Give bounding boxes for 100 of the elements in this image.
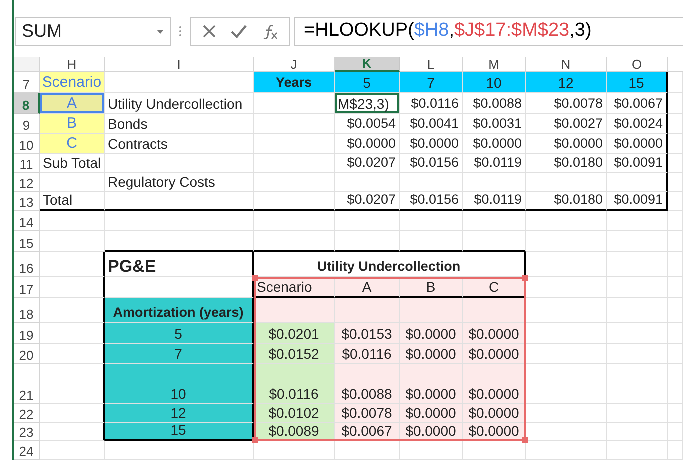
table-cell[interactable]: $0.0000: [463, 364, 526, 404]
column-header[interactable]: L: [400, 57, 463, 72]
table-cell[interactable]: 15: [607, 72, 668, 93]
name-box[interactable]: SUM: [15, 17, 171, 46]
table-cell[interactable]: $0.0000: [400, 323, 463, 344]
function-icon[interactable]: [262, 24, 278, 40]
table-cell[interactable]: $0.0067: [607, 93, 668, 114]
table-cell[interactable]: C: [40, 134, 105, 154]
table-cell[interactable]: Years: [254, 72, 335, 93]
table-cell[interactable]: $0.0041: [400, 114, 463, 134]
column-header[interactable]: K: [335, 57, 400, 72]
table-cell[interactable]: 12: [526, 72, 607, 93]
column-header[interactable]: M: [463, 57, 526, 72]
caret-icon[interactable]: [157, 30, 164, 34]
row-header[interactable]: 12: [14, 173, 40, 192]
row-header[interactable]: 17: [14, 277, 40, 298]
table-cell[interactable]: Bonds: [105, 114, 254, 134]
table-cell[interactable]: B: [40, 114, 105, 134]
table-cell[interactable]: 5: [105, 323, 254, 344]
table-cell[interactable]: $0.0000: [400, 344, 463, 364]
cell-input[interactable]: M$23,3): [335, 93, 400, 114]
table-cell[interactable]: $0.0000: [400, 364, 463, 404]
column-header[interactable]: I: [105, 57, 254, 72]
table-cell[interactable]: Regulatory Costs: [105, 173, 254, 192]
table-cell[interactable]: $0.0088: [335, 364, 400, 404]
row-header[interactable]: 20: [14, 344, 40, 364]
table-cell[interactable]: Amortization (years): [105, 298, 254, 323]
row-header[interactable]: 9: [14, 114, 40, 134]
table-cell[interactable]: $0.0207: [335, 154, 400, 173]
empty-cell[interactable]: [607, 173, 668, 192]
table-cell[interactable]: $0.0031: [463, 114, 526, 134]
row-header[interactable]: 13: [14, 192, 40, 211]
select-all-button[interactable]: [14, 57, 40, 72]
table-cell[interactable]: $0.0000: [463, 404, 526, 423]
table-cell[interactable]: $0.0102: [254, 404, 335, 423]
table-cell[interactable]: $0.0027: [526, 114, 607, 134]
table-cell[interactable]: $0.0000: [400, 404, 463, 423]
column-header[interactable]: N: [526, 57, 607, 72]
table-cell[interactable]: $0.0153: [335, 323, 400, 344]
table-cell[interactable]: $0.0054: [335, 114, 400, 134]
table-cell[interactable]: $0.0201: [254, 323, 335, 344]
row-header[interactable]: 7: [14, 72, 40, 93]
row-header[interactable]: 19: [14, 323, 40, 344]
table-cell[interactable]: PG&E: [105, 252, 254, 277]
table-cell[interactable]: $0.0024: [607, 114, 668, 134]
row-header[interactable]: 23: [14, 423, 40, 441]
table-cell[interactable]: $0.0116: [335, 344, 400, 364]
table-cell[interactable]: $0.0180: [526, 192, 607, 211]
table-cell[interactable]: $0.0078: [335, 404, 400, 423]
table-cell[interactable]: $0.0091: [607, 154, 668, 173]
table-cell[interactable]: $0.0156: [400, 154, 463, 173]
cancel-icon[interactable]: [202, 25, 216, 38]
table-cell[interactable]: 7: [105, 344, 254, 364]
row-header[interactable]: 8: [14, 93, 40, 114]
column-header[interactable]: O: [607, 57, 668, 72]
table-cell[interactable]: $0.0000: [335, 134, 400, 154]
row-header[interactable]: 10: [14, 134, 40, 154]
row-header[interactable]: 11: [14, 154, 40, 173]
table-cell[interactable]: $0.0116: [254, 364, 335, 404]
table-cell[interactable]: $0.0088: [463, 93, 526, 114]
formula-input[interactable]: =HLOOKUP($H8,$J$17:$M$23,3): [294, 17, 683, 46]
table-cell[interactable]: Utility Undercollection: [105, 93, 254, 114]
row-header[interactable]: 24: [14, 441, 40, 460]
table-cell[interactable]: 12: [105, 404, 254, 423]
table-cell[interactable]: $0.0000: [463, 134, 526, 154]
row-header[interactable]: 16: [14, 252, 40, 277]
table-cell[interactable]: A: [335, 277, 400, 298]
table-cell[interactable]: $0.0000: [463, 344, 526, 364]
table-cell[interactable]: 10: [105, 364, 254, 404]
table-cell[interactable]: 10: [463, 72, 526, 93]
row-header[interactable]: 15: [14, 231, 40, 252]
table-cell[interactable]: 5: [335, 72, 400, 93]
table-cell[interactable]: $0.0000: [463, 323, 526, 344]
column-header[interactable]: H: [40, 57, 105, 72]
check-icon[interactable]: [230, 25, 246, 38]
table-cell[interactable]: Sub Total: [40, 154, 105, 173]
table-cell[interactable]: $0.0078: [526, 93, 607, 114]
table-cell[interactable]: Scenario: [40, 72, 105, 93]
table-cell[interactable]: $0.0116: [400, 93, 463, 114]
table-cell[interactable]: $0.0000: [607, 134, 668, 154]
row-header[interactable]: 18: [14, 298, 40, 323]
table-cell[interactable]: Total: [40, 192, 105, 211]
column-header[interactable]: J: [254, 57, 335, 72]
table-cell[interactable]: $0.0207: [335, 192, 400, 211]
table-cell[interactable]: $0.0119: [463, 192, 526, 211]
table-cell[interactable]: B: [400, 277, 463, 298]
formula-text: =HLOOKUP($H8,$J$17:$M$23,3): [304, 19, 592, 44]
row-header[interactable]: 21: [14, 364, 40, 404]
table-cell[interactable]: 7: [400, 72, 463, 93]
table-cell[interactable]: $0.0152: [254, 344, 335, 364]
table-cell[interactable]: $0.0119: [463, 154, 526, 173]
table-cell[interactable]: 15: [105, 423, 254, 441]
row-header[interactable]: 22: [14, 404, 40, 423]
table-cell[interactable]: $0.0091: [607, 192, 668, 211]
table-cell[interactable]: $0.0000: [400, 134, 463, 154]
table-cell[interactable]: $0.0180: [526, 154, 607, 173]
table-cell[interactable]: $0.0000: [526, 134, 607, 154]
table-cell[interactable]: $0.0156: [400, 192, 463, 211]
row-header[interactable]: 14: [14, 211, 40, 231]
table-cell[interactable]: Contracts: [105, 134, 254, 154]
